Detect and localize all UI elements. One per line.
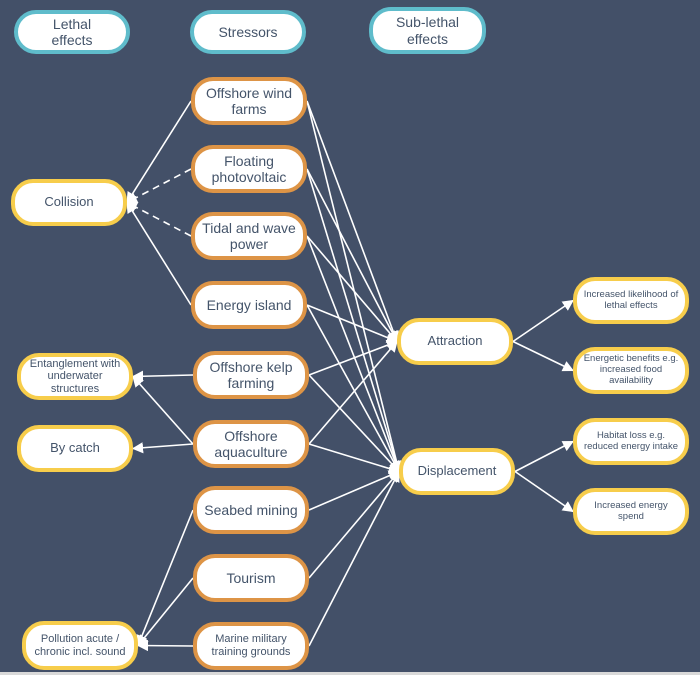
edge-kelp-to-entanglement <box>131 370 194 382</box>
edge-wind-to-collision <box>126 100 192 204</box>
lethal-effect-pollution[interactable]: Pollution acute / chronic incl. sound <box>22 621 138 670</box>
edge-tourism-to-pollution <box>137 577 194 647</box>
stressor-floating-photovoltaic[interactable]: Floating photovoltaic <box>191 145 307 193</box>
sub-lethal-effect-increased-likelihood[interactable]: Increased likelihood of lethal effects <box>573 277 689 324</box>
edge-aquaculture-to-attraction <box>308 340 398 445</box>
edge-floating-to-collision <box>126 168 192 204</box>
stressor-tourism[interactable]: Tourism <box>193 554 309 602</box>
stressor-offshore-aquaculture[interactable]: Offshore aquaculture <box>193 420 309 468</box>
diagram-canvas: Lethal effects Stressors Sub-lethal effe… <box>0 0 700 672</box>
stressor-offshore-wind-farms[interactable]: Offshore wind farms <box>191 77 307 125</box>
edge-tidal-to-attraction <box>306 235 398 343</box>
edges-layer <box>126 100 575 652</box>
stressor-marine-military-training-grounds[interactable]: Marine military training grounds <box>193 622 309 670</box>
response-attraction[interactable]: Attraction <box>397 318 513 365</box>
stressor-energy-island[interactable]: Energy island <box>191 281 307 329</box>
edge-military-to-pollution <box>136 639 194 652</box>
edge-island-to-collision <box>126 201 192 306</box>
lethal-effect-collision[interactable]: Collision <box>11 179 127 226</box>
edge-tourism-to-displacement <box>308 470 400 579</box>
lethal-effect-entanglement[interactable]: Entanglement with underwater structures <box>17 353 133 400</box>
edge-tidal-to-displacement <box>306 235 401 473</box>
stressor-tidal-and-wave-power[interactable]: Tidal and wave power <box>191 212 307 260</box>
lethal-effect-by-catch[interactable]: By catch <box>17 425 133 472</box>
edge-wind-to-displacement <box>306 100 403 473</box>
sub-lethal-effect-energetic-benefits[interactable]: Energetic benefits e.g. increased food a… <box>573 347 689 394</box>
edge-mining-to-displacement <box>308 470 401 511</box>
edge-mining-to-pollution <box>136 509 194 647</box>
edge-displacement-to-spend <box>514 470 574 513</box>
edge-aquaculture-to-entanglement <box>132 375 194 445</box>
edge-military-to-displacement <box>308 470 400 647</box>
edge-attraction-to-benefits <box>512 340 575 372</box>
header-sub-lethal-effects: Sub-lethal effects <box>369 7 486 54</box>
edge-aquaculture-to-bycatch <box>131 442 194 454</box>
edge-wind-to-attraction <box>306 100 399 343</box>
sub-lethal-effect-habitat-loss[interactable]: Habitat loss e.g. reduced energy intake <box>573 418 689 465</box>
header-lethal-effects: Lethal effects <box>14 10 130 54</box>
response-displacement[interactable]: Displacement <box>399 448 515 495</box>
edge-attraction-to-likelihood <box>512 299 574 343</box>
sub-lethal-effect-increased-energy-spend[interactable]: Increased energy spend <box>573 488 689 535</box>
stressor-offshore-kelp-farming[interactable]: Offshore kelp farming <box>193 351 309 399</box>
edge-island-to-attraction <box>306 304 399 343</box>
edge-displacement-to-habitat <box>514 440 574 473</box>
stressor-seabed-mining[interactable]: Seabed mining <box>193 486 309 534</box>
header-stressors: Stressors <box>190 10 306 54</box>
edge-kelp-to-attraction <box>308 339 399 376</box>
